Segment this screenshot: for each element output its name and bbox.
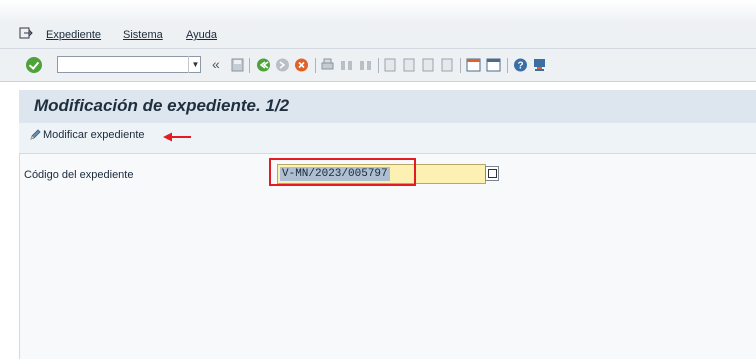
screen-title-bar: Modificación de expediente. 1/2 xyxy=(19,90,756,123)
enter-icon[interactable] xyxy=(26,57,42,73)
next-page-icon[interactable] xyxy=(422,58,435,72)
toolbar-separator xyxy=(315,58,316,73)
find-icon[interactable] xyxy=(340,58,353,72)
svg-text:?: ? xyxy=(517,61,523,72)
application-toolbar: Modificar expediente xyxy=(19,123,756,154)
customize-layout-icon[interactable] xyxy=(532,58,547,72)
collapse-icon[interactable]: « xyxy=(212,56,220,72)
menu-item-ayuda[interactable]: Ayuda xyxy=(186,29,217,41)
red-arrow-annotation-icon xyxy=(163,132,191,142)
menu-bar: Expediente Sistema Ayuda xyxy=(0,22,756,49)
red-highlight-annotation xyxy=(269,158,416,186)
main-content-area: Código del expediente V-MN/2023/005797 xyxy=(19,154,756,359)
window-top-edge xyxy=(0,0,756,22)
first-page-icon[interactable] xyxy=(384,58,397,72)
value-help-icon[interactable] xyxy=(485,166,499,181)
cancel-icon[interactable] xyxy=(294,58,309,72)
modify-expediente-button[interactable]: Modificar expediente xyxy=(29,129,145,147)
help-icon[interactable]: ? xyxy=(513,58,528,72)
menu-item-sistema[interactable]: Sistema xyxy=(123,29,163,41)
toolbar-separator xyxy=(507,58,508,73)
back-icon[interactable] xyxy=(256,58,271,72)
menu-item-expediente[interactable]: Expediente xyxy=(46,29,101,41)
codigo-expediente-label: Código del expediente xyxy=(24,169,134,181)
command-dropdown-icon[interactable]: ▼ xyxy=(188,56,202,73)
modify-expediente-label: Modificar expediente xyxy=(43,129,145,141)
create-session-icon[interactable] xyxy=(466,58,481,72)
command-field[interactable] xyxy=(57,56,201,73)
toolbar-separator xyxy=(249,58,250,73)
print-icon[interactable] xyxy=(321,58,334,72)
exit-icon[interactable] xyxy=(275,58,290,72)
menu-system-icon[interactable] xyxy=(19,27,33,40)
pencil-icon xyxy=(30,129,41,140)
toolbar-separator xyxy=(378,58,379,73)
toolbar-separator xyxy=(460,58,461,73)
page-title: Modificación de expediente. 1/2 xyxy=(34,96,290,115)
standard-toolbar: ▼ « ? xyxy=(0,49,756,82)
shortcut-icon[interactable] xyxy=(486,58,501,72)
last-page-icon[interactable] xyxy=(441,58,454,72)
previous-page-icon[interactable] xyxy=(403,58,416,72)
find-next-icon[interactable] xyxy=(359,58,372,72)
save-icon[interactable] xyxy=(231,58,244,72)
